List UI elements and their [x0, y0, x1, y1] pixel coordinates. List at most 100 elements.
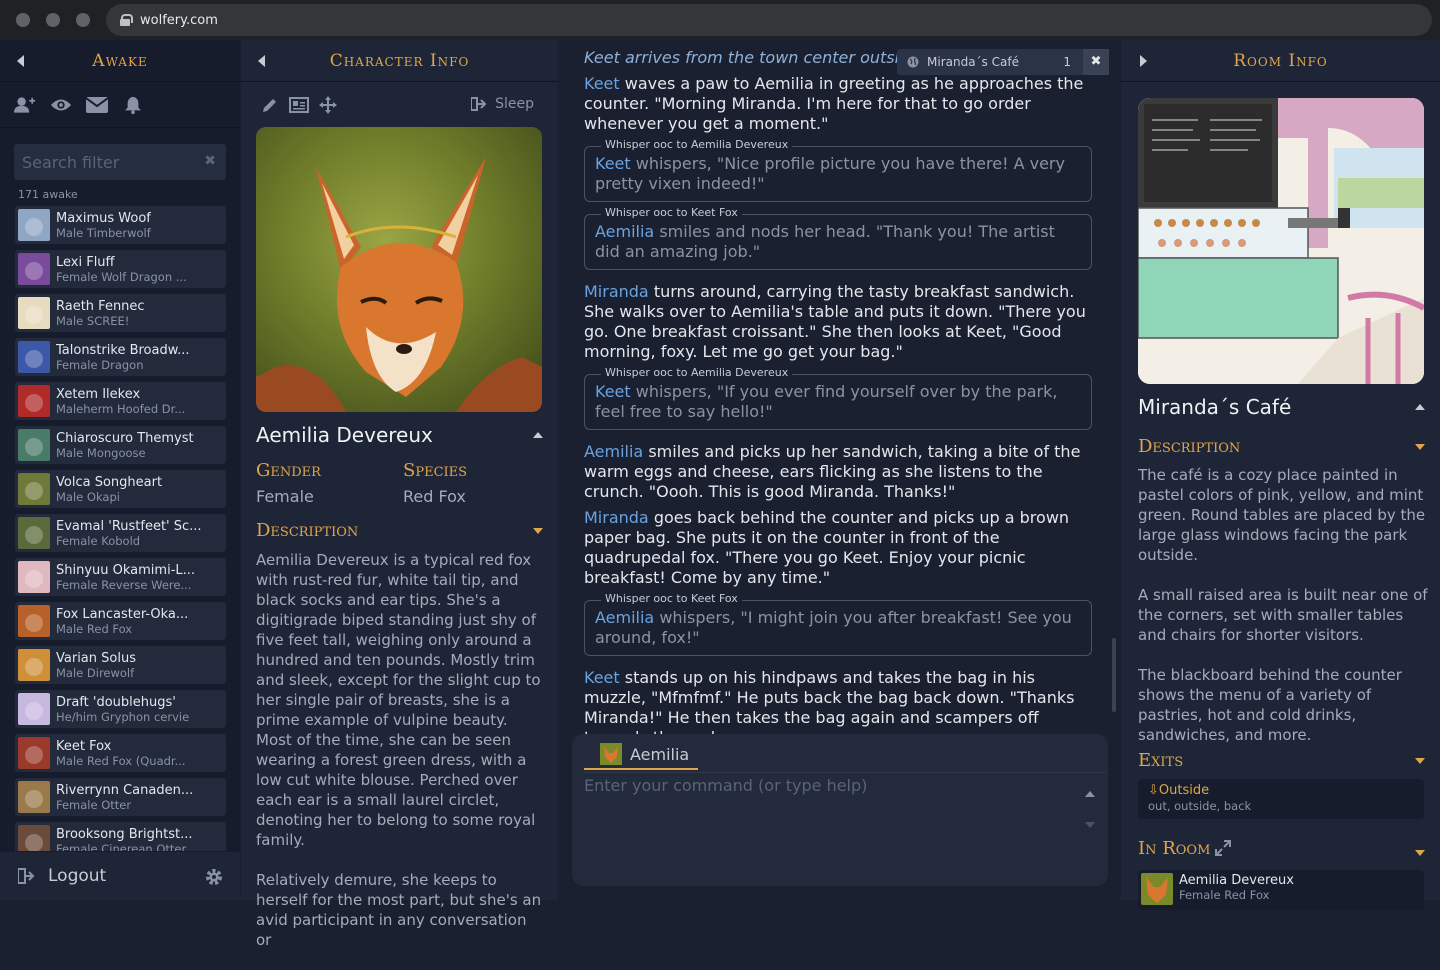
window-maximize-button[interactable] [76, 13, 90, 27]
log-scrollbar[interactable] [1112, 638, 1116, 712]
character-list-item[interactable]: Xetem Ilekex Maleherm Hoofed Dr... [15, 382, 226, 420]
logout-button[interactable]: Logout [48, 866, 106, 886]
window-minimize-button[interactable] [46, 13, 60, 27]
room-image[interactable] [1138, 98, 1424, 384]
avatar [18, 341, 50, 373]
awake-toolbar [0, 82, 240, 128]
species-value: Red Fox [403, 487, 466, 506]
bell-icon[interactable] [122, 96, 144, 114]
speaker-name[interactable]: Keet [595, 382, 631, 401]
profile-card-icon[interactable] [289, 96, 309, 113]
search-input[interactable] [22, 152, 192, 172]
exit-keys: out, outside, back [1148, 799, 1252, 813]
character-name: Aemilia Devereux [256, 423, 433, 447]
speaker-name[interactable]: Miranda [584, 282, 649, 301]
fox-portrait-image [256, 157, 542, 412]
exits-toggle-icon[interactable] [1415, 758, 1425, 764]
expand-icon[interactable] [1215, 840, 1231, 856]
history-up-icon[interactable] [1085, 791, 1095, 797]
room-description-toggle-icon[interactable] [1415, 444, 1425, 450]
close-icon[interactable]: ✖ [1083, 49, 1109, 75]
whisper-label: Whisper ooc to Keet Fox [601, 592, 742, 606]
whisper-label: Whisper ooc to Aemilia Devereux [601, 138, 793, 152]
character-list-item[interactable]: Raeth Fennec Male SCREE! [15, 294, 226, 332]
character-list-item[interactable]: Keet Fox Male Red Fox (Quadr... [15, 734, 226, 772]
character-list-item[interactable]: Brooksong Brightst... Female Cinerean Ott… [15, 822, 226, 851]
speaker-name[interactable]: Aemilia [584, 442, 643, 461]
character-list: Maximus Woof Male Timberwolf Lexi Fluff Fem… [15, 206, 226, 851]
edit-pencil-icon[interactable] [261, 96, 279, 114]
speaker-name[interactable]: Aemilia [595, 222, 654, 241]
history-down-icon[interactable] [1085, 822, 1095, 828]
avatar [18, 561, 50, 593]
clear-search-icon[interactable]: ✖ [204, 153, 216, 169]
speaker-name[interactable]: Aemilia [595, 608, 654, 627]
speaker-name[interactable]: Keet [595, 154, 631, 173]
whisper-message: Whisper ooc to Keet Fox Aemilia whispers,… [584, 592, 1092, 656]
console: Aemilia [572, 734, 1108, 886]
character-species: Male SCREE! [56, 313, 130, 328]
avatar [18, 385, 50, 417]
exit-outside[interactable]: ⇩Outside out, outside, back [1138, 779, 1424, 819]
collapse-name-icon[interactable] [533, 432, 543, 438]
avatar [18, 825, 50, 851]
window-close-button[interactable] [16, 13, 30, 27]
character-list-item[interactable]: Evamal 'Rustfeet' Sc... Female Kobold [15, 514, 226, 552]
character-list-item[interactable]: Riverrynn Canaden... Female Otter [15, 778, 226, 816]
inroom-toggle-icon[interactable] [1415, 850, 1425, 856]
sleep-label: Sleep [495, 96, 534, 112]
character-description-p2: Relatively demure, she keeps to herself … [256, 871, 542, 949]
character-name: Evamal 'Rustfeet' Sc... [56, 518, 202, 534]
species-label: Species [403, 460, 468, 481]
room-description-p3: The blackboard behind the counter shows … [1138, 666, 1402, 744]
address-bar[interactable]: wolfery.com [106, 4, 1432, 36]
character-list-item[interactable]: Volca Songheart Male Okapi [15, 470, 226, 508]
character-list-item[interactable]: Maximus Woof Male Timberwolf [15, 206, 226, 244]
character-portrait[interactable] [256, 127, 542, 412]
mail-icon[interactable] [86, 96, 108, 114]
character-species: Male Okapi [56, 489, 120, 504]
speaker-name[interactable]: Keet [584, 668, 620, 687]
character-title: Character Info [329, 50, 470, 71]
character-list-item[interactable]: Draft 'doublehugs' He/him Gryphon cervie [15, 690, 226, 728]
search-filter: ✖ [14, 144, 226, 180]
watch-eye-icon[interactable] [50, 96, 72, 114]
exits-label: Exits [1138, 750, 1184, 771]
avatar [18, 605, 50, 637]
move-arrows-icon[interactable] [319, 95, 337, 114]
character-list-item[interactable]: Fox Lancaster-Oka... Male Red Fox [15, 602, 226, 640]
console-tab[interactable]: Aemilia [584, 740, 698, 770]
character-list-item[interactable]: Lexi Fluff Female Wolf Dragon ... [15, 250, 226, 288]
character-list-item[interactable]: Chiaroscuro Themyst Male Mongoose [15, 426, 226, 464]
char-description-toggle-icon[interactable] [533, 528, 543, 534]
character-description: Aemilia Devereux is a typical red fox wi… [256, 550, 546, 970]
character-name: Draft 'doublehugs' [56, 694, 176, 710]
command-input[interactable] [584, 776, 1064, 866]
message-text: smiles and picks up her sandwich, taking… [584, 442, 1081, 501]
logout-icon[interactable] [18, 868, 36, 884]
character-name: Varian Solus [56, 650, 136, 666]
inroom-name: Aemilia Devereux [1179, 873, 1294, 888]
gear-icon[interactable] [204, 867, 224, 887]
awake-header: Awake [0, 40, 240, 82]
message-text: whispers, "I might join you after breakf… [595, 608, 1072, 647]
room-name: Miranda´s Café [1138, 395, 1292, 419]
character-name: Xetem Ilekex [56, 386, 141, 402]
character-list-item[interactable]: Shinyuu Okamimi-L... Female Reverse Were.… [15, 558, 226, 596]
inroom-character[interactable]: Aemilia Devereux Female Red Fox [1138, 870, 1424, 910]
character-list-item[interactable]: Varian Solus Male Direwolf [15, 646, 226, 684]
character-list-item[interactable]: Talonstrike Broadw... Female Dragon [15, 338, 226, 376]
collapse-room-name-icon[interactable] [1415, 404, 1425, 410]
event-log: Keet arrives from the town center outsid… [584, 48, 1092, 784]
character-name: Shinyuu Okamimi-L... [56, 562, 196, 578]
sleep-button[interactable]: Sleep [471, 96, 534, 112]
room-notification[interactable]: Miranda´s Café 1 ✖ [897, 49, 1109, 75]
whisper-label: Whisper ooc to Keet Fox [601, 206, 742, 220]
notification-room: Miranda´s Café [927, 55, 1019, 69]
room-description: The café is a cozy place painted in past… [1138, 465, 1428, 765]
speaker-name[interactable]: Miranda [584, 508, 649, 527]
speaker-name[interactable]: Keet [584, 74, 620, 93]
add-character-icon[interactable] [14, 96, 36, 114]
avatar [18, 649, 50, 681]
character-name: Raeth Fennec [56, 298, 145, 314]
